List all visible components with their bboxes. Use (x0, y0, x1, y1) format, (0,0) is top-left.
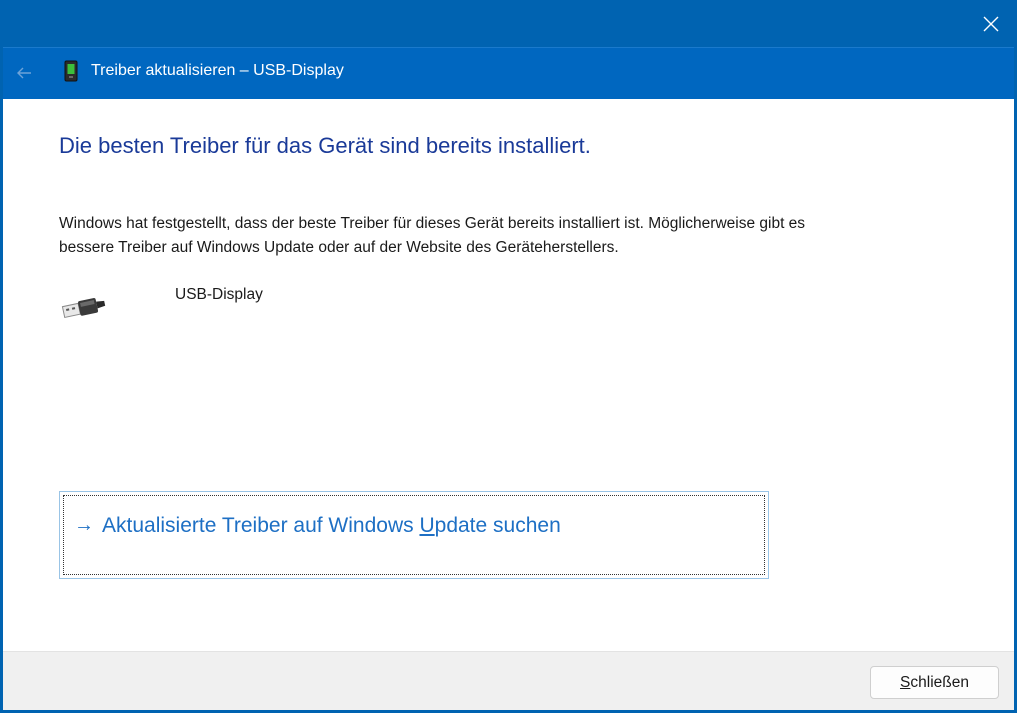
close-dialog-button[interactable]: Schließen (870, 666, 999, 699)
usb-icon (61, 298, 106, 319)
device-name: USB-Display (175, 286, 263, 303)
update-link-text-end: pdate suchen (434, 514, 561, 537)
update-link-accelerator: U (419, 514, 435, 537)
wizard-header: Treiber aktualisieren – USB-Display (3, 47, 1014, 99)
window-close-button[interactable] (965, 0, 1017, 47)
display-device-icon (64, 60, 78, 82)
update-link-label: Aktualisierte Treiber auf Windows Update… (102, 514, 561, 538)
arrow-right-icon: → (74, 514, 94, 536)
update-link-text-start: Aktualisierte Treiber auf Windows (102, 514, 420, 537)
content-area: Die besten Treiber für das Gerät sind be… (3, 99, 1014, 651)
windows-update-search-link[interactable]: → Aktualisierte Treiber auf Windows Upda… (59, 491, 769, 579)
link-focus-rect: → Aktualisierte Treiber auf Windows Upda… (63, 495, 765, 575)
description-text: Windows hat festgestellt, dass der beste… (59, 215, 806, 256)
close-button-accelerator: S (900, 673, 911, 691)
footer-bar: Schließen (3, 651, 1014, 710)
close-button-label: chließen (910, 673, 969, 691)
title-bar (0, 0, 1017, 47)
wizard-title: Treiber aktualisieren – USB-Display (91, 62, 344, 79)
back-arrow-icon (17, 67, 31, 79)
close-icon (983, 16, 999, 31)
back-button[interactable] (11, 60, 37, 86)
driver-update-window: Treiber aktualisieren – USB-Display Die … (0, 0, 1017, 713)
page-heading: Die besten Treiber für das Gerät sind be… (59, 133, 591, 158)
